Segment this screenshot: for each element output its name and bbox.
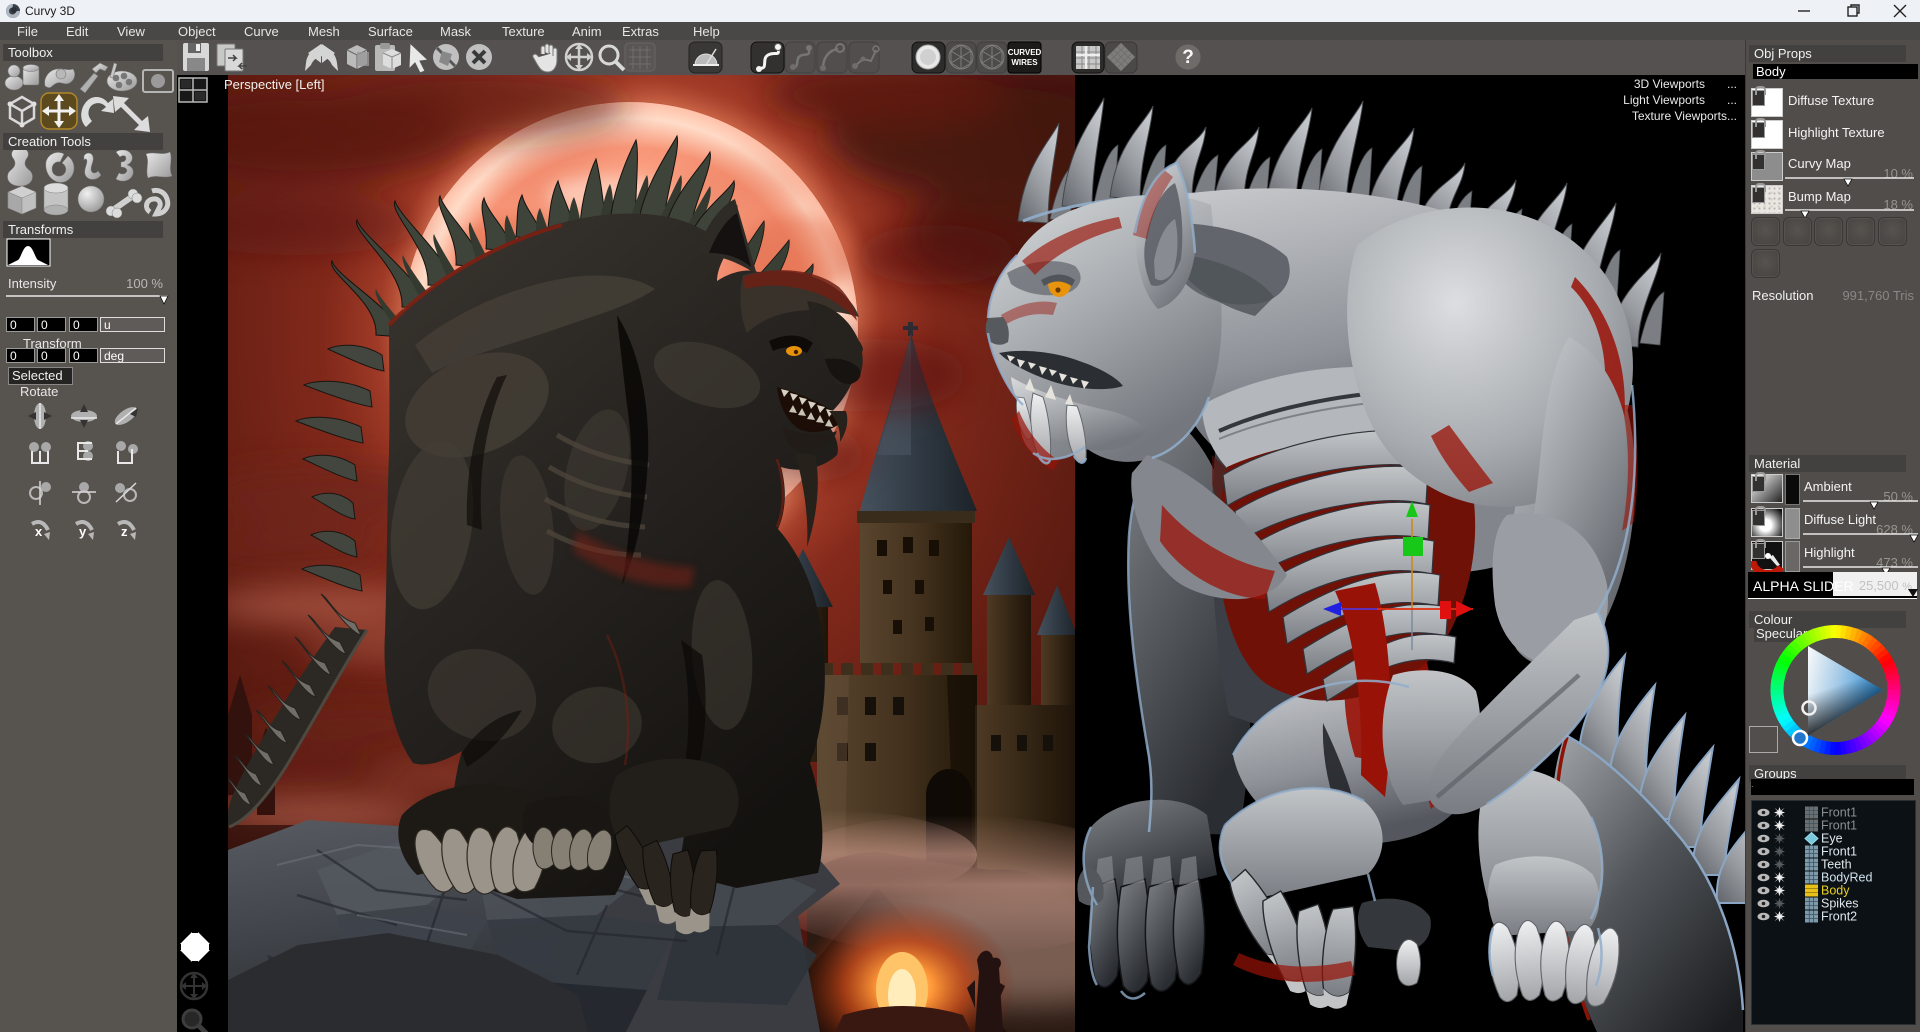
svg-text:x: x [35,524,43,539]
svg-text:Perspective [Left]: Perspective [Left] [224,77,324,92]
svg-text:Texture Viewports...: Texture Viewports... [1632,109,1737,123]
svg-text:?: ? [1182,47,1194,68]
svg-text:WIRES: WIRES [1011,58,1038,67]
svg-text:Spikes: Spikes [1821,897,1859,911]
svg-text:Front2: Front2 [1821,910,1857,924]
svg-text:3D Viewports: 3D Viewports [1634,77,1705,91]
svg-text:Front1: Front1 [1821,819,1857,833]
svg-text:Teeth: Teeth [1821,858,1852,872]
svg-text:...: ... [1727,77,1737,91]
svg-text:Eye: Eye [1821,832,1843,846]
svg-text:Body: Body [1821,884,1850,898]
svg-text:Front1: Front1 [1821,806,1857,820]
svg-text:Light Viewports: Light Viewports [1623,93,1705,107]
svg-text:CURVED: CURVED [1008,48,1042,57]
svg-text:BodyRed: BodyRed [1821,871,1872,885]
svg-text:z: z [121,524,128,539]
svg-text:y: y [79,524,87,539]
svg-text:Front1: Front1 [1821,845,1857,859]
svg-text:...: ... [1727,93,1737,107]
